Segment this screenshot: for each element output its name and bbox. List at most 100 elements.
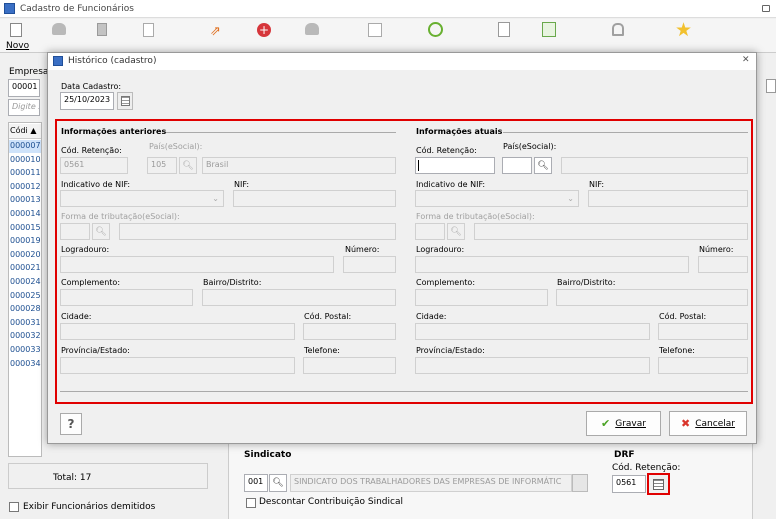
sindicato-user-icon[interactable] bbox=[572, 474, 588, 492]
prev-forma-code-field bbox=[60, 223, 90, 240]
prev-cod-postal-field bbox=[303, 323, 396, 340]
curr-complemento-field[interactable] bbox=[415, 289, 548, 306]
bg-cod-ret-field[interactable]: 0561 bbox=[612, 475, 646, 493]
sindicato-search-button[interactable]: 🔍︎ bbox=[269, 474, 287, 492]
prev-logradouro-field bbox=[60, 256, 334, 273]
descontar-checkbox[interactable] bbox=[246, 498, 256, 508]
app-icon bbox=[4, 3, 15, 14]
table-row[interactable]: 000020 bbox=[9, 249, 41, 262]
lock-icon[interactable] bbox=[612, 23, 624, 36]
calendar-icon bbox=[653, 478, 664, 490]
table-row[interactable]: 000013 bbox=[9, 194, 41, 207]
group-icon[interactable] bbox=[305, 23, 319, 35]
cancel-button[interactable]: ✖ Cancelar bbox=[669, 411, 747, 436]
curr-pais-label: País(eSocial): bbox=[503, 142, 557, 151]
table-row[interactable]: 000028 bbox=[9, 303, 41, 316]
table-row[interactable]: 000031 bbox=[9, 317, 41, 330]
search-icon: 🔍︎ bbox=[537, 160, 549, 171]
prev-nif-field bbox=[233, 190, 396, 207]
curr-telefone-field[interactable] bbox=[658, 357, 748, 374]
help-button[interactable]: ? bbox=[60, 413, 82, 435]
search-icon: 🔍︎ bbox=[182, 160, 194, 171]
search-icon: 🔍︎ bbox=[272, 478, 284, 488]
curr-cidade-field[interactable] bbox=[415, 323, 650, 340]
table-row[interactable]: 000012 bbox=[9, 181, 41, 194]
star-icon[interactable]: ★ bbox=[675, 19, 692, 41]
table-row[interactable]: 000021 bbox=[9, 262, 41, 275]
curr-forma-name-field bbox=[474, 223, 748, 240]
dialog-close-icon[interactable]: ✕ bbox=[742, 55, 750, 65]
empresa-code-field[interactable]: 00001 bbox=[8, 79, 40, 97]
calendar-icon[interactable] bbox=[368, 23, 382, 37]
curr-forma-label: Forma de tributação(eSocial): bbox=[416, 212, 535, 221]
table-row[interactable]: 000015 bbox=[9, 222, 41, 235]
empresa-label: Empresa bbox=[9, 67, 49, 77]
table-row[interactable]: 000014 bbox=[9, 208, 41, 221]
users-icon[interactable] bbox=[52, 23, 66, 35]
text-cursor bbox=[418, 160, 419, 171]
prev-nif-ind-select: ⌄ bbox=[60, 190, 224, 207]
sindicato-code-field[interactable]: 001 bbox=[244, 474, 268, 492]
curr-logradouro-field[interactable] bbox=[415, 256, 689, 273]
new-document-icon bbox=[10, 23, 22, 37]
table-row[interactable]: 000033 bbox=[9, 344, 41, 357]
history-dialog: Histórico (cadastro) ✕ Data Cadastro: 25… bbox=[47, 52, 757, 444]
prev-pais-label: País(eSocial): bbox=[149, 142, 203, 151]
table-row[interactable]: 000007 bbox=[9, 140, 41, 153]
curr-provincia-field[interactable] bbox=[415, 357, 650, 374]
prev-forma-search-button: 🔍︎ bbox=[92, 223, 110, 240]
report-icon[interactable] bbox=[143, 23, 154, 37]
window-menu-icon[interactable] bbox=[762, 5, 770, 12]
table-row[interactable]: 000011 bbox=[9, 167, 41, 180]
data-cadastro-calendar-button[interactable] bbox=[117, 92, 133, 110]
bg-calendar-button[interactable] bbox=[647, 473, 670, 495]
data-cadastro-field[interactable]: 25/10/2023 bbox=[60, 92, 114, 110]
check-icon: ✔ bbox=[601, 417, 611, 430]
total-panel bbox=[8, 463, 208, 489]
curr-cod-ret-field[interactable] bbox=[415, 157, 495, 174]
check-document-icon[interactable] bbox=[542, 22, 556, 37]
curr-nif-label: NIF: bbox=[589, 180, 605, 189]
save-button[interactable]: ✔ Gravar bbox=[586, 411, 661, 436]
show-dismissed-checkbox[interactable] bbox=[9, 502, 19, 512]
calendar-icon bbox=[120, 96, 130, 106]
curr-pais-code-field[interactable] bbox=[502, 157, 532, 174]
search-input[interactable]: Digite sua bbox=[8, 99, 40, 116]
prev-numero-field bbox=[343, 256, 396, 273]
prev-bairro-label: Bairro/Distrito: bbox=[203, 278, 262, 287]
chevron-down-icon: ⌄ bbox=[212, 194, 219, 203]
curr-nif-ind-select[interactable]: ⌄ bbox=[415, 190, 579, 207]
prev-forma-name-field bbox=[119, 223, 396, 240]
prev-pais-code-field: 105 bbox=[147, 157, 177, 174]
chevron-down-icon: ⌄ bbox=[567, 194, 574, 203]
trash-icon[interactable] bbox=[97, 23, 107, 36]
curr-forma-search-button[interactable]: 🔍︎ bbox=[447, 223, 465, 240]
dialog-title: Histórico (cadastro) bbox=[68, 56, 157, 66]
curr-numero-label: Número: bbox=[699, 245, 734, 254]
toolbar: Novo ⇗ + ★ bbox=[0, 19, 776, 53]
prev-heading-rule bbox=[166, 132, 396, 133]
table-row[interactable]: 000019 bbox=[9, 235, 41, 248]
table-row[interactable]: 000024 bbox=[9, 276, 41, 289]
table-row[interactable]: 000032 bbox=[9, 330, 41, 343]
prev-logradouro-label: Logradouro: bbox=[61, 245, 110, 254]
curr-pais-search-button[interactable]: 🔍︎ bbox=[534, 157, 552, 174]
curr-bairro-field[interactable] bbox=[556, 289, 748, 306]
column-header-code[interactable]: Códi ▲ bbox=[9, 124, 41, 139]
curr-numero-field[interactable] bbox=[698, 256, 748, 273]
refresh-icon[interactable] bbox=[428, 22, 443, 37]
document-arrow-icon[interactable] bbox=[498, 22, 510, 37]
table-row[interactable]: 000010 bbox=[9, 154, 41, 167]
curr-forma-code-field[interactable] bbox=[415, 223, 445, 240]
curr-nif-field[interactable] bbox=[588, 190, 748, 207]
curr-telefone-label: Telefone: bbox=[659, 346, 695, 355]
curr-cod-postal-field[interactable] bbox=[658, 323, 748, 340]
transfer-icon[interactable]: ⇗ bbox=[210, 24, 221, 39]
prev-cod-ret-field: 0561 bbox=[60, 157, 128, 174]
add-red-icon[interactable]: + bbox=[257, 23, 271, 37]
bg-icon[interactable] bbox=[766, 79, 776, 93]
new-button[interactable]: Novo bbox=[4, 23, 32, 53]
table-row[interactable]: 000025 bbox=[9, 290, 41, 303]
table-row[interactable]: 000034 bbox=[9, 358, 41, 371]
prev-telefone-field bbox=[303, 357, 396, 374]
